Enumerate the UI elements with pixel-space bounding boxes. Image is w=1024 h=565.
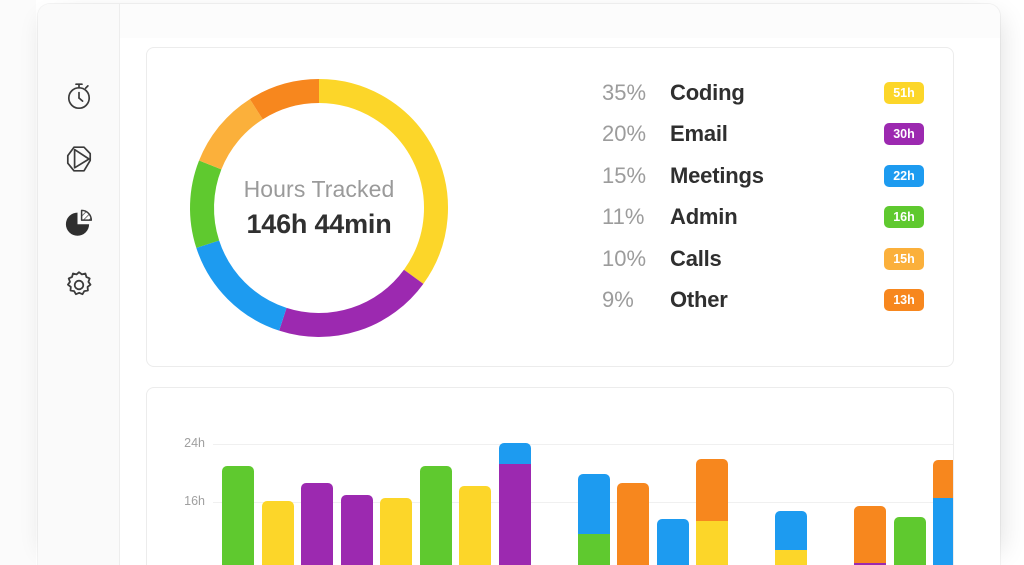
legend-row[interactable]: 35% Coding 51h <box>602 72 932 114</box>
play-hexagon-icon <box>62 142 96 176</box>
app-window: Hours Tracked 146h 44min 35% Coding 51h 20%… <box>38 4 1000 565</box>
bar-segment-meetings <box>577 474 610 534</box>
legend-label: Other <box>670 287 728 313</box>
donut-chart: Hours Tracked 146h 44min <box>179 68 459 348</box>
legend-hours-badge: 15h <box>884 247 924 270</box>
sidebar-item-reports[interactable] <box>55 198 103 246</box>
bar-segment-other <box>696 458 728 521</box>
donut-center-text: Hours Tracked 146h 44min <box>179 68 459 348</box>
bar-segment-admin <box>577 533 610 565</box>
stopwatch-icon <box>63 80 95 112</box>
legend-row[interactable]: 11% Admin 16h <box>602 197 932 239</box>
sidebar-item-timer[interactable] <box>55 72 103 120</box>
legend-label: Coding <box>670 79 745 105</box>
bar-segment-coding <box>261 500 294 565</box>
bar[interactable] <box>577 474 610 565</box>
gear-icon <box>63 269 95 301</box>
legend-percent: 15% <box>602 162 647 188</box>
legend-hours-badge: 16h <box>884 206 924 229</box>
bar-segment-coding <box>380 498 412 565</box>
bar[interactable] <box>380 498 412 565</box>
legend-label: Meetings <box>670 162 764 188</box>
bar-segment-other <box>617 483 649 565</box>
bar[interactable] <box>222 465 254 565</box>
bar[interactable] <box>854 506 886 565</box>
window-titlebar[interactable] <box>38 4 1000 38</box>
legend-percent: 35% <box>602 79 647 105</box>
app-root: Hours Tracked 146h 44min 35% Coding 51h 20%… <box>0 0 1024 565</box>
legend-list: 35% Coding 51h 20% Email 30h 15% Meetings 22h 11%… <box>602 72 932 321</box>
chart-gridline <box>213 444 953 445</box>
bar[interactable] <box>498 443 531 565</box>
bar[interactable] <box>656 519 689 565</box>
bar[interactable] <box>617 483 649 565</box>
bar-segment-meetings <box>498 443 531 464</box>
legend-label: Email <box>670 121 728 147</box>
bar[interactable] <box>696 458 728 565</box>
bar-segment-coding <box>459 486 491 565</box>
bar-segment-meetings <box>933 497 953 565</box>
legend-hours-badge: 22h <box>884 164 924 187</box>
donut-center-value: 146h 44min <box>246 209 392 240</box>
pie-chart-icon <box>63 206 95 238</box>
bar-segment-email <box>340 494 373 565</box>
legend-row[interactable]: 20% Email 30h <box>602 114 932 156</box>
legend-label: Calls <box>670 245 722 271</box>
bar-segment-admin <box>893 516 926 565</box>
bar[interactable] <box>340 494 373 565</box>
bar-chart-card: 16h 24h <box>146 387 954 565</box>
bar[interactable] <box>893 516 926 565</box>
bar[interactable] <box>301 483 333 565</box>
summary-card: Hours Tracked 146h 44min 35% Coding 51h 20%… <box>146 47 954 367</box>
bar-segment-coding <box>696 520 728 565</box>
legend-percent: 9% <box>602 287 634 313</box>
bar-segment-email <box>498 463 531 565</box>
legend-label: Admin <box>670 204 738 230</box>
donut-center-label: Hours Tracked <box>243 175 395 202</box>
y-axis-tick-label: 16h <box>184 494 205 508</box>
sidebar <box>38 4 120 565</box>
bar-segment-admin <box>222 465 254 565</box>
sidebar-item-projects[interactable] <box>55 135 103 183</box>
legend-percent: 11% <box>602 204 645 230</box>
legend-hours-badge: 13h <box>884 289 924 312</box>
bar-segment-admin <box>419 465 452 565</box>
bar[interactable] <box>459 486 491 565</box>
bar[interactable] <box>261 500 294 565</box>
bar-chart: 16h 24h <box>147 388 953 565</box>
legend-row[interactable]: 15% Meetings 22h <box>602 155 932 197</box>
bar-segment-other <box>854 506 886 563</box>
bar-segment-meetings <box>656 519 689 565</box>
bar-segment-coding <box>775 549 807 565</box>
legend-percent: 10% <box>602 245 647 271</box>
bar[interactable] <box>775 510 807 565</box>
legend-percent: 20% <box>602 121 647 147</box>
bar[interactable] <box>933 459 953 565</box>
bar-segment-email <box>301 483 333 565</box>
bar[interactable] <box>419 465 452 565</box>
legend-hours-badge: 51h <box>884 81 924 104</box>
bar-segment-meetings <box>775 510 807 550</box>
bar-segment-other <box>933 459 953 498</box>
sidebar-item-settings[interactable] <box>55 261 103 309</box>
legend-row[interactable]: 10% Calls 15h <box>602 238 932 280</box>
y-axis-tick-label: 24h <box>184 436 205 450</box>
legend-row[interactable]: 9% Other 13h <box>602 280 932 322</box>
legend-hours-badge: 30h <box>884 123 924 146</box>
